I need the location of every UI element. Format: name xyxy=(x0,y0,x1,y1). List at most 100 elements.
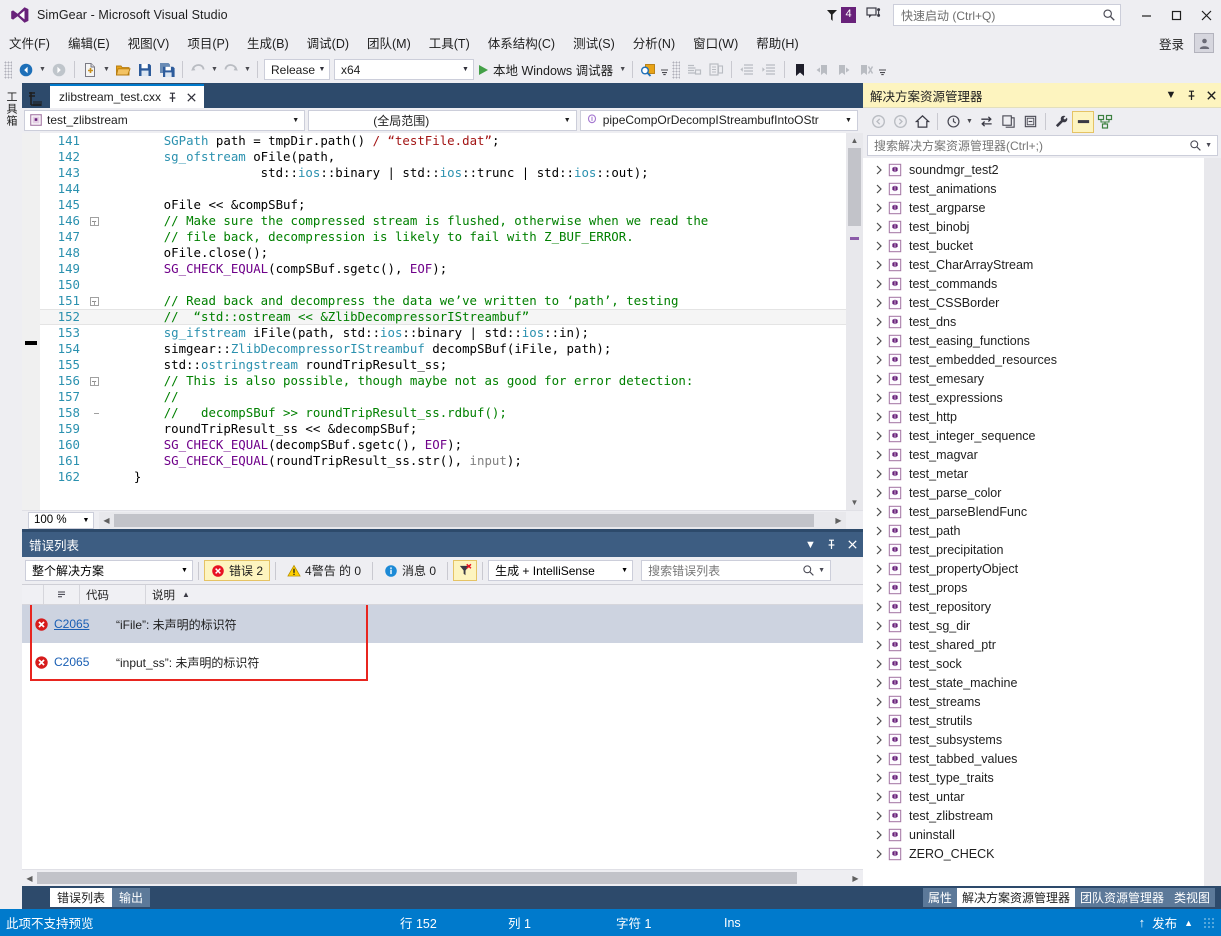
list-item[interactable]: test_repository xyxy=(863,597,1221,616)
list-item[interactable]: test_bucket xyxy=(863,236,1221,255)
toolbar-overflow-button[interactable] xyxy=(659,59,670,81)
hscroll-track[interactable] xyxy=(114,512,831,529)
list-item[interactable]: test_sg_dir xyxy=(863,616,1221,635)
open-file-button[interactable] xyxy=(112,59,134,81)
chevron-right-icon[interactable] xyxy=(871,773,887,783)
menu-item-test[interactable]: 测试(S) xyxy=(564,30,624,56)
error-code-link[interactable]: C2065 xyxy=(54,617,116,631)
chevron-down-icon[interactable]: ▼ xyxy=(1205,142,1212,149)
chevron-right-icon[interactable] xyxy=(871,697,887,707)
list-item[interactable]: test_easing_functions xyxy=(863,331,1221,350)
chevron-right-icon[interactable] xyxy=(871,412,887,422)
find-in-files-button[interactable] xyxy=(637,59,659,81)
start-debugging-dropdown[interactable]: ▼ xyxy=(617,59,628,81)
navbar-scope-combo[interactable]: (全局范围) ▼ xyxy=(308,109,577,131)
save-button[interactable] xyxy=(134,59,156,81)
list-item[interactable]: ZERO_CHECK xyxy=(863,844,1221,863)
list-item[interactable]: test_shared_ptr xyxy=(863,635,1221,654)
menu-item-tools[interactable]: 工具(T) xyxy=(420,30,479,56)
pin-icon[interactable] xyxy=(821,534,842,555)
error-scope-combo[interactable]: 整个解决方案 ▼ xyxy=(25,560,193,581)
error-header-code-column[interactable]: 代码 xyxy=(80,584,146,605)
list-item[interactable]: test_emesary xyxy=(863,369,1221,388)
undo-dropdown[interactable]: ▼ xyxy=(209,59,220,81)
refresh-button[interactable] xyxy=(997,111,1019,133)
chevron-right-icon[interactable] xyxy=(871,469,887,479)
solution-configuration-combo[interactable]: Release ▼ xyxy=(264,59,330,80)
tab-properties[interactable]: 属性 xyxy=(922,888,957,907)
list-item[interactable]: test_http xyxy=(863,407,1221,426)
list-item[interactable]: test_path xyxy=(863,521,1221,540)
clear-bookmarks-button[interactable] xyxy=(855,59,877,81)
list-item[interactable]: test_precipitation xyxy=(863,540,1221,559)
chevron-right-icon[interactable] xyxy=(871,716,887,726)
pending-changes-button[interactable] xyxy=(942,111,964,133)
list-item[interactable]: test_propertyObject xyxy=(863,559,1221,578)
navigate-backward-button[interactable] xyxy=(15,59,37,81)
chevron-right-icon[interactable] xyxy=(871,830,887,840)
chevron-right-icon[interactable] xyxy=(871,260,887,270)
list-item[interactable]: test_tabbed_values xyxy=(863,749,1221,768)
toggle-bookmark-button[interactable] xyxy=(789,59,811,81)
chevron-right-icon[interactable] xyxy=(871,222,887,232)
list-item[interactable]: test_binobj xyxy=(863,217,1221,236)
notification-flag-button[interactable]: 4 xyxy=(824,7,856,23)
close-icon[interactable] xyxy=(183,89,199,105)
chevron-right-icon[interactable] xyxy=(871,602,887,612)
publish-button[interactable]: ↑ 发布 ▲ xyxy=(1135,913,1197,932)
editor-vertical-scrollbar[interactable]: ▲ ▼ xyxy=(846,133,863,510)
chevron-right-icon[interactable] xyxy=(871,393,887,403)
chevron-right-icon[interactable] xyxy=(871,545,887,555)
list-item[interactable]: test_dns xyxy=(863,312,1221,331)
maximize-button[interactable] xyxy=(1161,0,1191,30)
navigate-backward-dropdown[interactable]: ▼ xyxy=(37,59,48,81)
editor-zoom-combo[interactable]: 100 % ▼ xyxy=(28,511,94,529)
hscroll-thumb[interactable] xyxy=(37,872,797,884)
fold-margin[interactable]: − xyxy=(86,376,102,386)
collapse-all-button[interactable] xyxy=(1019,111,1041,133)
list-item[interactable]: test_parseBlendFunc xyxy=(863,502,1221,521)
hscroll-track[interactable] xyxy=(37,870,848,886)
uncomment-selection-button[interactable] xyxy=(705,59,727,81)
tab-output[interactable]: 输出 xyxy=(112,888,151,907)
fold-margin[interactable]: − xyxy=(86,296,102,306)
list-item[interactable]: test_zlibstream xyxy=(863,806,1221,825)
start-debugging-button[interactable]: 本地 Windows 调试器 xyxy=(476,59,617,81)
menu-item-edit[interactable]: 编辑(E) xyxy=(59,30,119,56)
scroll-track[interactable] xyxy=(846,148,863,495)
chevron-right-icon[interactable] xyxy=(871,811,887,821)
chevron-right-icon[interactable] xyxy=(871,583,887,593)
list-item[interactable]: test_commands xyxy=(863,274,1221,293)
sign-in-button[interactable]: 登录 xyxy=(1149,34,1194,53)
chevron-right-icon[interactable] xyxy=(871,431,887,441)
quick-launch-search[interactable]: 快速启动 (Ctrl+Q) xyxy=(893,4,1121,26)
pin-icon[interactable] xyxy=(164,89,180,105)
menu-item-debug[interactable]: 调试(D) xyxy=(298,30,358,56)
scroll-left-button[interactable]: ◀ xyxy=(99,512,114,529)
chevron-right-icon[interactable] xyxy=(871,754,887,764)
scroll-thumb[interactable] xyxy=(848,148,861,226)
view-class-diagram-button[interactable] xyxy=(1094,111,1116,133)
undo-button[interactable] xyxy=(187,59,209,81)
table-row[interactable]: C2065 “iFile”: 未声明的标识符 xyxy=(22,605,863,643)
list-item[interactable]: test_streams xyxy=(863,692,1221,711)
list-item[interactable]: test_state_machine xyxy=(863,673,1221,692)
editor-horizontal-scrollbar[interactable]: ◀ ▶ xyxy=(99,511,846,529)
tab-team-explorer[interactable]: 团队资源管理器 xyxy=(1074,888,1169,907)
list-item[interactable]: uninstall xyxy=(863,825,1221,844)
list-item[interactable]: test_magvar xyxy=(863,445,1221,464)
redo-dropdown[interactable]: ▼ xyxy=(242,59,253,81)
new-item-button[interactable] xyxy=(79,59,101,81)
send-feedback-button[interactable] xyxy=(866,6,883,25)
navigate-back-button[interactable] xyxy=(867,111,889,133)
chevron-right-icon[interactable] xyxy=(871,640,887,650)
code-editor[interactable]: 141 SGPath path = tmpDir.path() / “testF… xyxy=(22,133,863,510)
chevron-right-icon[interactable] xyxy=(871,336,887,346)
list-item[interactable]: test_CSSBorder xyxy=(863,293,1221,312)
account-avatar-icon[interactable] xyxy=(1194,33,1214,53)
chevron-right-icon[interactable] xyxy=(871,165,887,175)
list-item[interactable]: soundmgr_test2 xyxy=(863,160,1221,179)
list-item[interactable]: test_props xyxy=(863,578,1221,597)
chevron-right-icon[interactable] xyxy=(871,488,887,498)
chevron-right-icon[interactable] xyxy=(871,374,887,384)
